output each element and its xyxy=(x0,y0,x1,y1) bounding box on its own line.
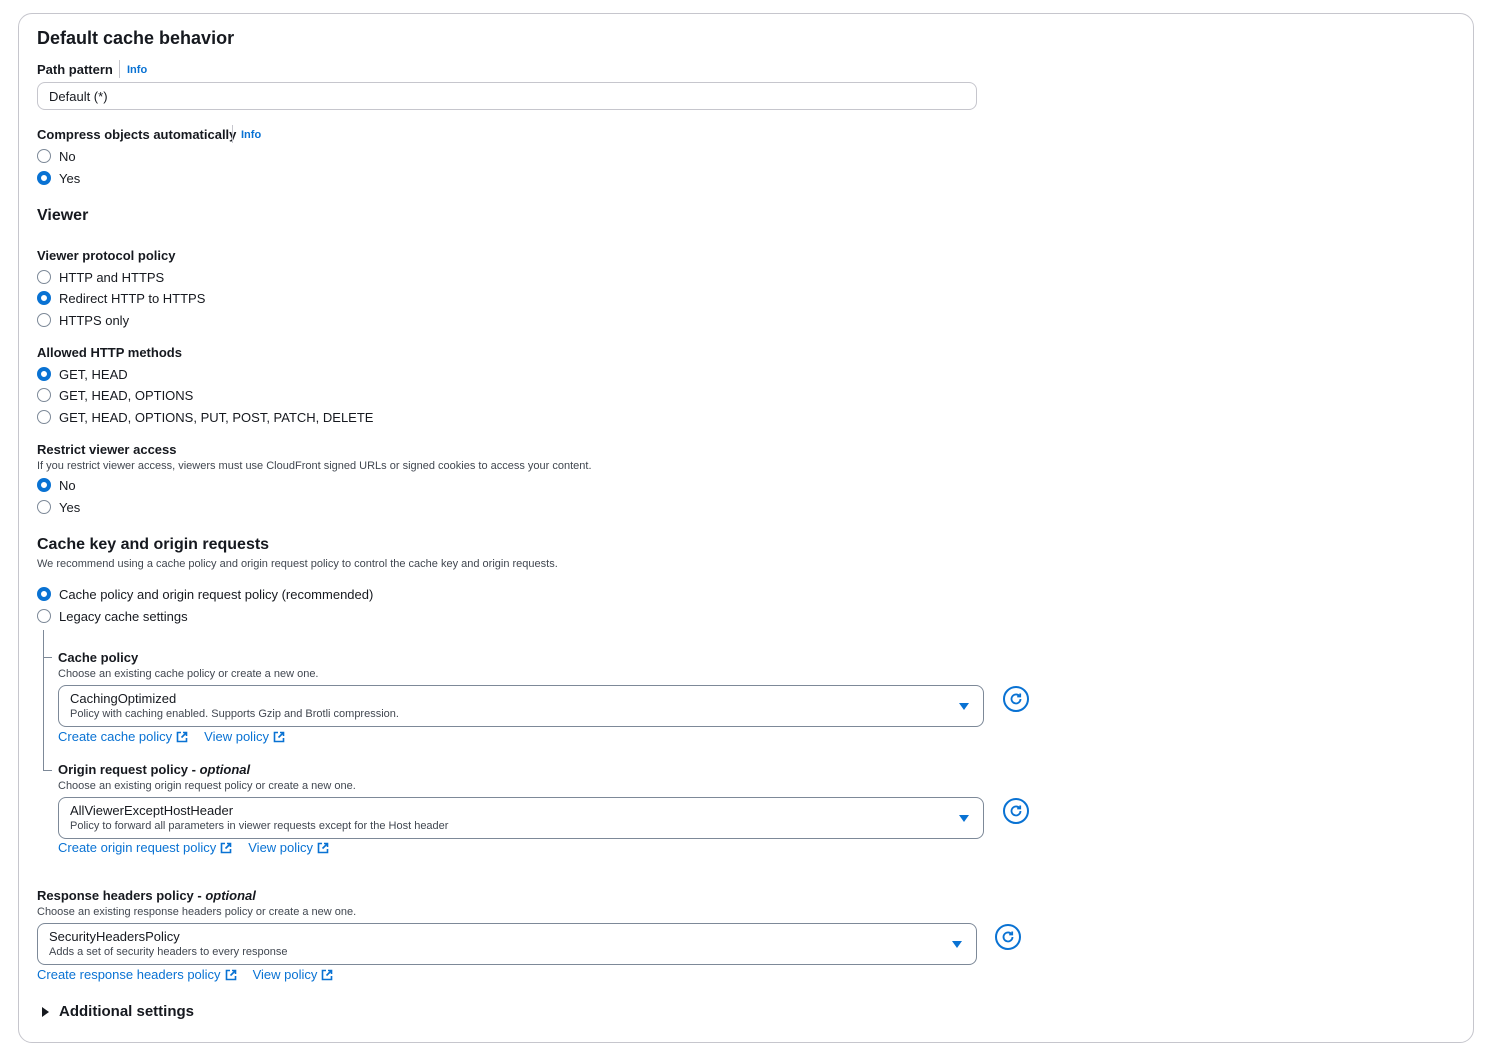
cache-policy-select[interactable]: CachingOptimized Policy with caching ena… xyxy=(58,685,984,727)
external-link-icon xyxy=(176,731,188,742)
viewer-protocol-label: Viewer protocol policy xyxy=(37,248,176,263)
compress-option-yes[interactable]: Yes xyxy=(37,168,80,188)
path-pattern-info-link[interactable]: Info xyxy=(127,64,147,76)
radio-icon[interactable] xyxy=(37,367,51,381)
response-headers-value-description: Adds a set of security headers to every … xyxy=(49,946,288,958)
radio-icon[interactable] xyxy=(37,609,51,623)
create-response-headers-link[interactable]: Create response headers policy xyxy=(37,967,237,982)
origin-policy-select[interactable]: AllViewerExceptHostHeader Policy to forw… xyxy=(58,797,984,839)
methods-option-get-head[interactable]: GET, HEAD xyxy=(37,364,128,384)
response-headers-links: Create response headers policy View poli… xyxy=(37,967,333,982)
origin-policy-description: Choose an existing origin request policy… xyxy=(58,780,356,792)
divider xyxy=(232,125,233,143)
protocol-option-redirect[interactable]: Redirect HTTP to HTTPS xyxy=(37,288,205,308)
path-pattern-label: Path pattern xyxy=(37,62,113,77)
view-cache-policy-link[interactable]: View policy xyxy=(204,729,285,744)
cache-key-heading: Cache key and origin requests xyxy=(37,536,270,553)
restrict-option-yes[interactable]: Yes xyxy=(37,497,80,517)
section-title: Default cache behavior xyxy=(37,28,235,48)
view-response-headers-link[interactable]: View policy xyxy=(253,967,334,982)
origin-policy-label: Origin request policy - optional xyxy=(58,762,251,777)
create-origin-policy-link[interactable]: Create origin request policy xyxy=(58,840,232,855)
restrict-viewer-label: Restrict viewer access xyxy=(37,442,177,457)
protocol-option-http-https[interactable]: HTTP and HTTPS xyxy=(37,267,164,287)
radio-icon[interactable] xyxy=(37,587,51,601)
radio-icon[interactable] xyxy=(37,500,51,514)
radio-icon[interactable] xyxy=(37,270,51,284)
external-link-icon xyxy=(273,731,285,742)
viewer-heading: Viewer xyxy=(37,207,89,224)
radio-icon[interactable] xyxy=(37,149,51,163)
create-cache-policy-link[interactable]: Create cache policy xyxy=(58,729,188,744)
caret-right-icon xyxy=(42,1006,49,1017)
response-headers-select[interactable]: SecurityHeadersPolicy Adds a set of secu… xyxy=(37,923,977,965)
compress-option-no[interactable]: No xyxy=(37,146,76,166)
view-origin-policy-link[interactable]: View policy xyxy=(248,840,329,855)
cache-policy-label: Cache policy xyxy=(58,650,139,665)
radio-icon[interactable] xyxy=(37,313,51,327)
tree-connector xyxy=(43,630,44,770)
external-link-icon xyxy=(220,842,232,853)
methods-option-get-head-options[interactable]: GET, HEAD, OPTIONS xyxy=(37,385,193,405)
cache-key-description: We recommend using a cache policy and or… xyxy=(37,558,558,570)
compress-label: Compress objects automatically xyxy=(37,127,237,142)
compress-info-link[interactable]: Info xyxy=(241,129,261,141)
cache-policy-description: Choose an existing cache policy or creat… xyxy=(58,668,319,680)
origin-policy-value-description: Policy to forward all parameters in view… xyxy=(70,820,449,832)
restrict-option-no[interactable]: No xyxy=(37,475,76,495)
caret-down-icon xyxy=(952,941,962,948)
refresh-icon xyxy=(1010,693,1022,705)
divider xyxy=(119,60,120,78)
allowed-methods-label: Allowed HTTP methods xyxy=(37,345,182,360)
origin-policy-value: AllViewerExceptHostHeader xyxy=(70,803,234,818)
radio-icon[interactable] xyxy=(37,478,51,492)
radio-icon[interactable] xyxy=(37,388,51,402)
protocol-option-https-only[interactable]: HTTPS only xyxy=(37,310,129,330)
radio-icon[interactable] xyxy=(37,410,51,424)
refresh-icon xyxy=(1002,931,1014,943)
refresh-cache-policy-button[interactable] xyxy=(1003,686,1029,712)
restrict-viewer-description: If you restrict viewer access, viewers m… xyxy=(37,460,592,472)
refresh-origin-policy-button[interactable] xyxy=(1003,798,1029,824)
cache-key-option-legacy[interactable]: Legacy cache settings xyxy=(37,606,188,626)
additional-settings-expander[interactable]: Additional settings xyxy=(42,1003,194,1020)
caret-down-icon xyxy=(959,815,969,822)
response-headers-label: Response headers policy - optional xyxy=(37,888,256,903)
methods-option-all[interactable]: GET, HEAD, OPTIONS, PUT, POST, PATCH, DE… xyxy=(37,407,373,427)
refresh-response-headers-button[interactable] xyxy=(995,924,1021,950)
cache-policy-value: CachingOptimized xyxy=(70,691,177,706)
origin-policy-links: Create origin request policy View policy xyxy=(58,840,329,855)
external-link-icon xyxy=(322,969,333,980)
tree-connector xyxy=(43,657,52,658)
refresh-icon xyxy=(1010,805,1022,817)
cache-policy-links: Create cache policy View policy xyxy=(58,729,285,744)
radio-icon[interactable] xyxy=(37,171,51,185)
response-headers-description: Choose an existing response headers poli… xyxy=(37,906,357,918)
path-pattern-field: Default (*) xyxy=(37,82,977,110)
radio-icon[interactable] xyxy=(37,291,51,305)
cache-policy-value-description: Policy with caching enabled. Supports Gz… xyxy=(70,708,399,720)
cache-key-option-policy[interactable]: Cache policy and origin request policy (… xyxy=(37,584,373,604)
external-link-icon xyxy=(225,969,236,980)
caret-down-icon xyxy=(959,703,969,710)
tree-connector xyxy=(43,770,52,771)
external-link-icon xyxy=(317,842,329,853)
response-headers-value: SecurityHeadersPolicy xyxy=(49,929,180,944)
